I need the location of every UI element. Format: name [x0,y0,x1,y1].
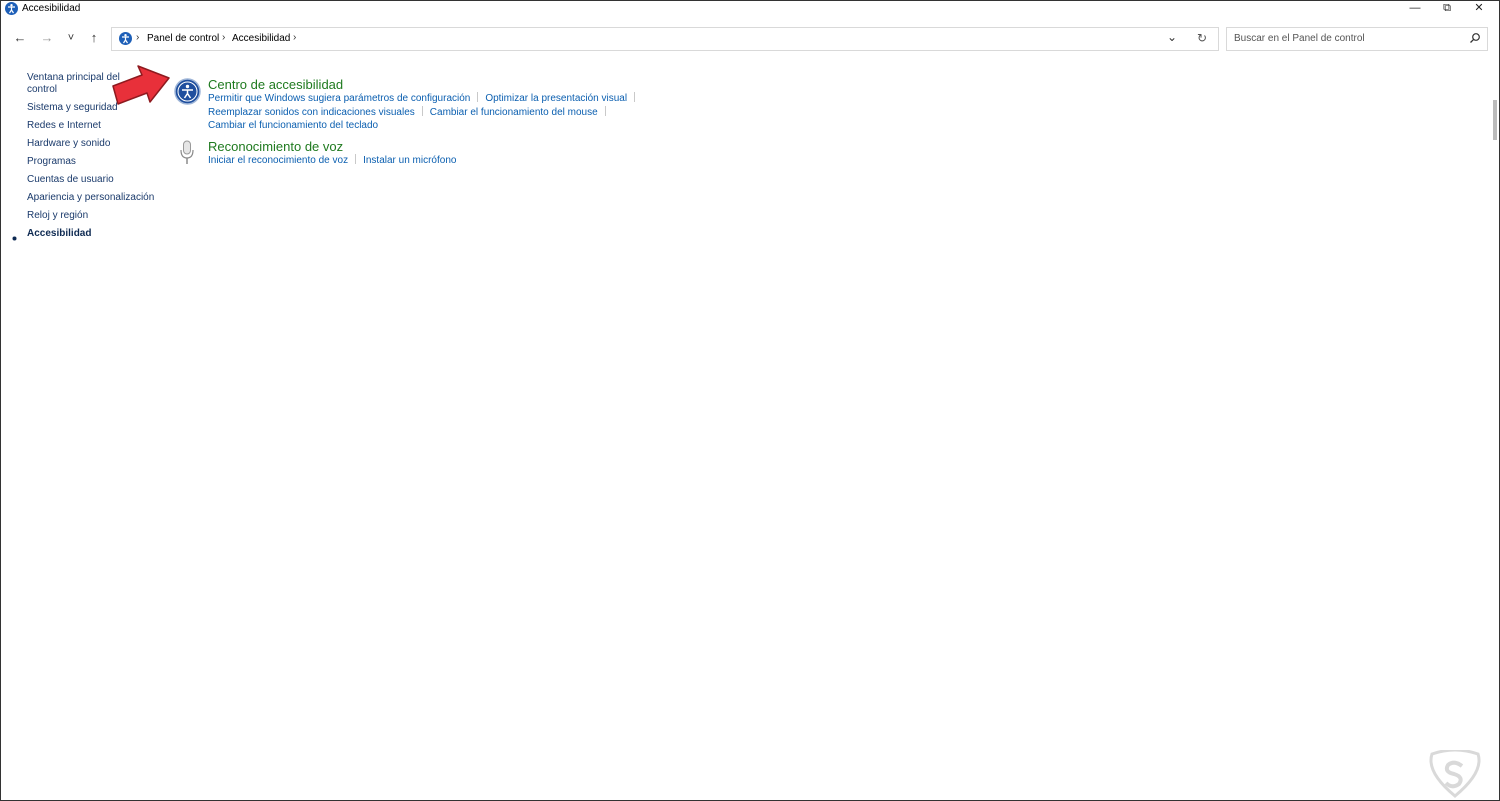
link-divider [355,154,357,164]
maximize-button[interactable]: ⧉ [1430,0,1464,18]
sidebar-item-apariencia[interactable]: Apariencia y personalización [27,192,157,204]
section-title-reconocimiento-voz[interactable]: Reconocimiento de voz [208,139,456,154]
sidebar-item-redes-internet[interactable]: Redes e Internet [27,120,157,132]
recent-locations-button[interactable]: ˅ [63,30,79,46]
window-title: Accesibilidad [22,3,81,14]
sidebar-item-reloj-region[interactable]: Reloj y región [27,210,157,222]
breadcrumb-accesibilidad[interactable]: Accesibilidad [232,33,290,44]
address-bar[interactable]: › Panel de control › Accesibilidad › ⌄ ↻ [111,27,1219,51]
control-panel-icon [119,32,132,45]
search-icon[interactable] [1469,32,1481,44]
link-cambiar-teclado[interactable]: Cambiar el funcionamiento del teclado [208,120,378,131]
accessibility-center-icon[interactable] [174,78,201,105]
sidebar-item-ventana-principal[interactable]: Ventana principal del control [27,72,122,96]
section-links: Iniciar el reconocimiento de voz Instalar… [208,154,456,168]
back-button[interactable]: ← [12,30,28,46]
microphone-icon[interactable] [179,140,195,166]
link-iniciar-reconocimiento[interactable]: Iniciar el reconocimiento de voz [208,155,348,166]
refresh-icon[interactable]: ↻ [1197,31,1207,45]
section-links: Permitir que Windows sugiera parámetros … [208,92,642,133]
section-title-centro-accesibilidad[interactable]: Centro de accesibilidad [208,77,642,92]
forward-button[interactable]: → [39,30,55,46]
close-button[interactable]: ✕ [1462,0,1496,18]
search-placeholder[interactable]: Buscar en el Panel de control [1234,33,1365,44]
sidebar-item-hardware-sonido[interactable]: Hardware y sonido [27,138,157,150]
link-divider [477,92,479,102]
search-box[interactable]: Buscar en el Panel de control [1226,27,1488,51]
active-bullet-icon [12,236,17,241]
link-reemplazar-sonidos[interactable]: Reemplazar sonidos con indicaciones visu… [208,107,415,118]
link-instalar-microfono[interactable]: Instalar un micrófono [363,155,456,166]
section-centro-accesibilidad: Centro de accesibilidad Permitir que Win… [208,77,642,133]
up-button[interactable]: ↑ [86,30,102,46]
link-cambiar-mouse[interactable]: Cambiar el funcionamiento del mouse [430,107,598,118]
link-divider [604,105,606,116]
minimize-button[interactable]: — [1398,0,1432,18]
address-dropdown-icon[interactable]: ⌄ [1167,30,1177,44]
navigation-bar: ← → ˅ ↑ › Panel de control › Accesibilid… [0,26,1498,52]
link-divider [421,105,423,116]
sidebar-item-accesibilidad[interactable]: Accesibilidad [27,228,157,240]
window-edge-marker [1493,100,1497,140]
title-bar: Accesibilidad — ⧉ ✕ [0,0,1498,18]
link-divider [634,92,636,102]
section-reconocimiento-voz: Reconocimiento de voz Iniciar el reconoc… [208,139,456,168]
link-permitir-sugerir[interactable]: Permitir que Windows sugiera parámetros … [208,93,470,104]
red-arrow-annotation-icon [112,65,170,105]
watermark-logo-icon [1429,750,1481,798]
sidebar-item-programas[interactable]: Programas [27,156,157,168]
breadcrumb-separator-icon: › [136,32,140,43]
accessibility-app-icon [5,2,18,15]
sidebar-item-cuentas-usuario[interactable]: Cuentas de usuario [27,174,157,186]
link-optimizar-presentacion[interactable]: Optimizar la presentación visual [485,93,627,104]
breadcrumb-separator-icon: › [293,32,297,43]
breadcrumb-panel-de-control[interactable]: Panel de control [147,33,219,44]
breadcrumb-separator-icon: › [222,32,226,43]
